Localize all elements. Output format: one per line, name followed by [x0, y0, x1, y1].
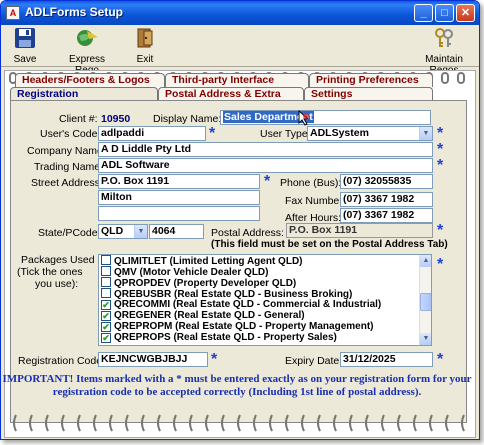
- save-label: Save: [13, 54, 37, 65]
- checkbox[interactable]: [101, 277, 111, 287]
- trading-name-label: Trading Name:: [34, 161, 104, 173]
- state-select[interactable]: QLD ▼: [98, 224, 148, 239]
- important-note-line1: IMPORTANT! Items marked with a * must be…: [2, 373, 472, 385]
- maximize-button[interactable]: □: [435, 4, 454, 22]
- street-address-line3-field[interactable]: [98, 206, 260, 221]
- users-code-label: User's Code:: [40, 128, 101, 140]
- packages-label-line3: you use):: [35, 278, 79, 290]
- state-pcode-label: State/PCode:: [38, 227, 101, 239]
- client-value: 10950: [101, 113, 131, 125]
- postcode-field[interactable]: 4064: [149, 224, 204, 239]
- important-note-line2: registration code to be accepted correct…: [52, 386, 422, 398]
- checkbox-checked[interactable]: ✔: [101, 311, 111, 321]
- required-marker: *: [437, 157, 444, 174]
- registration-code-field[interactable]: KEJNCWGBJBJJ: [98, 352, 208, 367]
- expiry-date-label: Expiry Date:: [285, 355, 343, 367]
- checkbox[interactable]: [101, 266, 111, 276]
- user-type-label: User Type:: [260, 128, 311, 140]
- checkbox-checked[interactable]: ✔: [101, 333, 111, 343]
- package-name: QREPROPS (Real Estate QLD - Property Sal…: [114, 332, 337, 343]
- required-marker: *: [437, 256, 444, 273]
- company-name-field[interactable]: A D Liddle Pty Ltd: [98, 142, 433, 157]
- street-address-line1-field[interactable]: P.O. Box 1191: [98, 174, 260, 189]
- postal-address-field: P.O. Box 1191: [286, 223, 433, 238]
- checkbox-checked[interactable]: ✔: [101, 322, 111, 332]
- scroll-up-icon[interactable]: ▲: [420, 255, 431, 267]
- fax-number-label: Fax Number:: [285, 195, 346, 207]
- trading-name-field[interactable]: ADL Software: [98, 158, 433, 173]
- required-marker: *: [437, 141, 444, 158]
- exit-button[interactable]: Exit: [127, 27, 163, 65]
- floppy-disk-icon: [15, 28, 35, 48]
- maintain-regos-button[interactable]: Maintain Regos: [413, 27, 475, 76]
- title-bar[interactable]: A ADLForms Setup _ □ ✕: [1, 1, 479, 25]
- checkbox-checked[interactable]: ✔: [101, 300, 111, 310]
- keys-icon: [435, 28, 453, 47]
- tab-printing-preferences[interactable]: Printing Preferences: [309, 73, 433, 87]
- required-marker: *: [437, 351, 444, 368]
- tab-third-party-interface[interactable]: Third-party Interface: [165, 73, 309, 87]
- scroll-down-icon[interactable]: ▼: [420, 333, 431, 345]
- expiry-date-field[interactable]: 31/12/2025: [340, 352, 433, 367]
- close-button[interactable]: ✕: [456, 4, 475, 22]
- binder-spiral-icon: [13, 414, 465, 432]
- street-address-line2-field[interactable]: Milton: [98, 190, 260, 205]
- state-value: QLD: [101, 225, 124, 237]
- postal-address-label: Postal Address:: [211, 227, 284, 239]
- app-icon: A: [6, 6, 20, 20]
- minimize-button[interactable]: _: [414, 4, 433, 22]
- checkbox[interactable]: [101, 255, 111, 265]
- express-rego-button[interactable]: Express Rego: [57, 27, 117, 76]
- required-marker: *: [209, 125, 216, 142]
- phone-bus-label: Phone (Bus):: [280, 177, 342, 189]
- packages-label-line1: Packages Used: [21, 254, 95, 266]
- after-hours-field[interactable]: (07) 3367 1982: [340, 208, 433, 223]
- save-button[interactable]: Save: [7, 27, 43, 65]
- chevron-down-icon[interactable]: ▼: [134, 225, 147, 238]
- window-title: ADLForms Setup: [25, 5, 124, 19]
- toolbar: Save Express Rego Exit: [1, 25, 479, 76]
- tab-headers-footers-logos[interactable]: Headers/Footers & Logos: [15, 73, 165, 87]
- company-name-label: Company Name:: [27, 145, 106, 157]
- checkbox[interactable]: [101, 288, 111, 298]
- user-type-select[interactable]: ADLSystem ▼: [307, 126, 433, 141]
- phone-bus-field[interactable]: (07) 32055835: [340, 174, 433, 189]
- display-name-label: Display Name:: [153, 113, 222, 125]
- package-name: QREGENER (Real Estate QLD - General): [114, 310, 305, 321]
- client-label: Client #:: [59, 113, 98, 125]
- tab-settings[interactable]: Settings: [304, 87, 433, 101]
- street-address-label: Street Address:: [31, 177, 103, 189]
- packages-label-line2: (Tick the ones: [17, 266, 83, 278]
- chevron-down-icon[interactable]: ▼: [419, 127, 432, 140]
- registration-code-label: Registration Code:: [18, 355, 105, 367]
- ring: [441, 72, 449, 84]
- tab-postal-address-extra-details[interactable]: Postal Address & Extra Details: [158, 87, 304, 113]
- required-marker: *: [437, 222, 444, 239]
- tab-registration[interactable]: Registration: [10, 87, 158, 101]
- bottom-binder-rings: [4, 413, 476, 433]
- required-marker: *: [437, 125, 444, 142]
- display-name-field[interactable]: Sales Department: [220, 110, 431, 125]
- ring: [457, 72, 465, 84]
- postal-address-note: (This field must be set on the Postal Ad…: [211, 239, 448, 250]
- exit-label: Exit: [136, 54, 154, 65]
- package-name: QRECOMMI (Real Estate QLD - Commercial &…: [114, 299, 382, 310]
- required-marker: *: [264, 173, 271, 190]
- globe-arrow-icon: [77, 30, 98, 46]
- package-name: QREPROPM (Real Estate QLD - Property Man…: [114, 321, 374, 332]
- exit-door-icon: [137, 28, 153, 48]
- packages-scrollbar[interactable]: ▲ ▼: [419, 255, 431, 345]
- required-marker: *: [211, 351, 218, 368]
- user-type-value: ADLSystem: [310, 127, 369, 139]
- scroll-thumb[interactable]: [420, 293, 431, 311]
- mouse-cursor-icon: [298, 110, 310, 126]
- packages-list[interactable]: QLIMITLET (Limited Letting Agent QLD) QM…: [98, 254, 432, 346]
- fax-number-field[interactable]: (07) 3367 1982: [340, 192, 433, 207]
- setup-window: A ADLForms Setup _ □ ✕ Save Express Rego: [0, 0, 480, 440]
- users-code-field[interactable]: adlpaddi: [98, 126, 206, 141]
- list-item[interactable]: ✔ QREPROPS (Real Estate QLD - Property Sa…: [101, 332, 337, 344]
